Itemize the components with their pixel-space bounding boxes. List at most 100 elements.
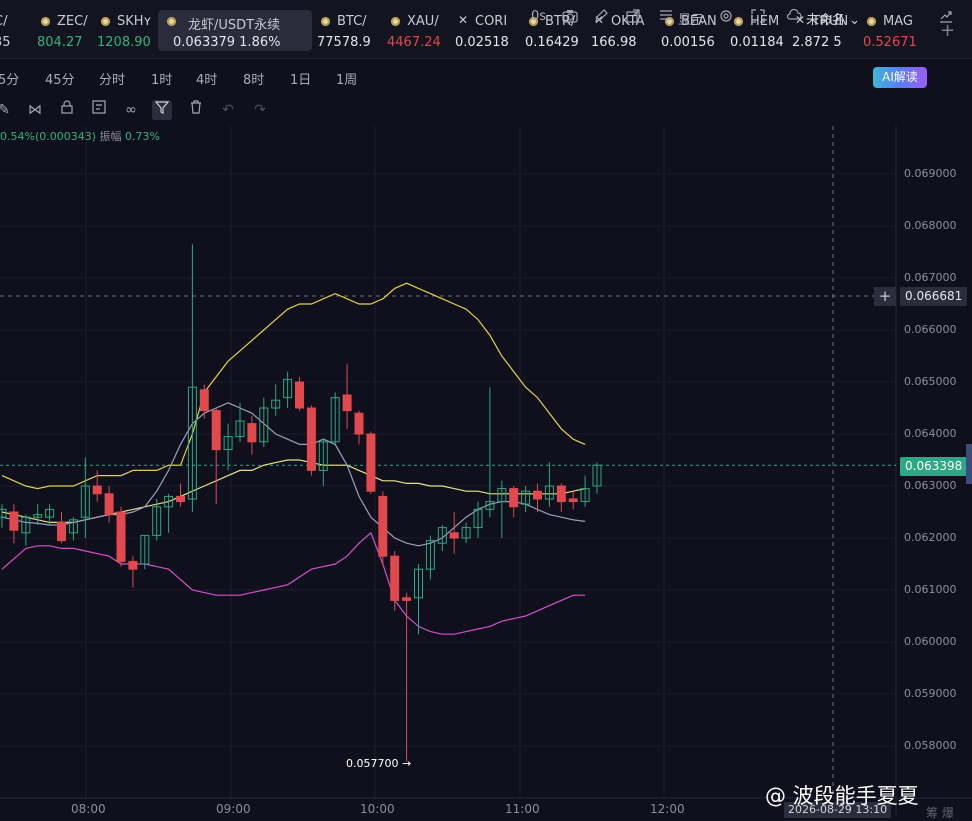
- candle-body: [509, 488, 519, 508]
- ticker-price: 2.872 5: [792, 35, 842, 50]
- favorite-dot-icon: [867, 17, 876, 26]
- ticker-price: 0.01184: [730, 35, 784, 50]
- candle-body: [0, 508, 7, 518]
- ticker-price: 0.00156: [661, 35, 715, 50]
- external-window-icon[interactable]: [626, 9, 640, 27]
- candle-body: [402, 597, 412, 601]
- ticker-price: 0.02518: [455, 35, 509, 50]
- settings-icon[interactable]: [719, 9, 733, 27]
- price-axis-label: 0.063000: [904, 479, 957, 492]
- candle-body: [104, 493, 114, 516]
- favorite-dot-icon: [167, 17, 176, 26]
- drawing-toolbar: [0, 95, 972, 125]
- watermark-sub: 筹 爆: [926, 806, 954, 820]
- candle-body: [128, 560, 138, 570]
- redo-icon[interactable]: ↷: [250, 100, 270, 120]
- ticker-price: 0.063379 1.86%: [173, 35, 281, 50]
- candle-body: [295, 381, 304, 409]
- ticker-symbol: MAG: [883, 14, 913, 29]
- last-price-tag: 0.063398: [900, 457, 968, 476]
- magnet-icon[interactable]: ⋈: [25, 100, 45, 120]
- chart-canvas[interactable]: [0, 126, 972, 816]
- cloud-icon[interactable]: [786, 8, 802, 25]
- template-icon[interactable]: [89, 100, 109, 120]
- price-axis-label: 0.059000: [904, 687, 957, 700]
- candle-body: [390, 555, 400, 601]
- list-icon[interactable]: [659, 9, 673, 25]
- price-axis-label: 0.067000: [904, 271, 957, 284]
- timeframe-option[interactable]: 5分: [0, 69, 19, 88]
- time-axis-label: 10:00: [360, 802, 395, 816]
- favorite-dot-icon: [321, 17, 330, 26]
- candle-body: [92, 485, 102, 495]
- indicator-line: [1, 282, 586, 490]
- pencil-icon[interactable]: [594, 9, 608, 27]
- ticker-symbol: ZEC/: [57, 14, 88, 29]
- layout-name-dropdown[interactable]: 未命名 ⌄: [806, 9, 860, 28]
- candle-body: [342, 394, 352, 412]
- countdown-label: 0s: [531, 9, 547, 24]
- low-price-label: 0.057700 →: [346, 757, 412, 770]
- ticker-symbol: BTC/: [337, 14, 367, 29]
- candle-body: [211, 410, 221, 451]
- candle-body: [354, 412, 364, 435]
- price-axis-label: 0.061000: [904, 583, 957, 596]
- ticker-symbol: SKHʏ: [117, 14, 152, 29]
- candle-body: [176, 495, 185, 503]
- fullscreen-icon[interactable]: [751, 9, 765, 27]
- ticker-symbol: 龙虾/USDT永续: [188, 18, 281, 33]
- chart-toolbar: [0, 60, 972, 94]
- timeframe-option[interactable]: 分时: [99, 69, 125, 88]
- candle-body: [556, 485, 566, 503]
- price-axis-label: 0.068000: [904, 219, 957, 232]
- camera-icon[interactable]: [562, 9, 578, 27]
- price-axis-label: 0.060000: [904, 635, 957, 648]
- favorite-dot-icon: [391, 17, 400, 26]
- candle-body: [378, 495, 388, 557]
- ticker-symbol: XAU/: [407, 14, 439, 29]
- price-axis-label: 0.066000: [904, 323, 957, 336]
- ticker-symbol: C/: [0, 14, 8, 29]
- display-menu[interactable]: 显示: [678, 9, 704, 28]
- timeframe-option[interactable]: 1周: [336, 69, 357, 88]
- timeframe-option[interactable]: 45分: [45, 69, 75, 88]
- cross-icon: ✕: [458, 13, 469, 27]
- price-axis-label: 0.062000: [904, 531, 957, 544]
- link-icon[interactable]: ∞: [121, 100, 141, 120]
- ticker-symbol: CORI: [475, 14, 508, 29]
- ticker-price: 35: [0, 35, 11, 50]
- time-axis-label: 09:00: [216, 802, 251, 816]
- candle-body: [116, 511, 126, 562]
- price-axis-label: 0.069000: [904, 167, 957, 180]
- candle-body: [366, 433, 376, 492]
- drawing-pen-icon[interactable]: ✎: [0, 100, 14, 120]
- add-alert-crosshair-icon[interactable]: +: [874, 287, 896, 306]
- candle-body: [306, 407, 316, 471]
- ai-analysis-button[interactable]: AI解读: [873, 67, 927, 88]
- ticker-price: 804.27: [37, 35, 83, 50]
- indicator-line: [1, 531, 586, 635]
- favorite-dot-icon: [101, 17, 110, 26]
- timeframe-option[interactable]: 4时: [196, 69, 217, 88]
- timeframe-option[interactable]: 1时: [151, 69, 172, 88]
- lock-icon[interactable]: [57, 100, 77, 120]
- time-axis-label: 12:00: [650, 802, 685, 816]
- trash-icon[interactable]: [186, 100, 206, 120]
- timeframe-option[interactable]: 8时: [243, 69, 264, 88]
- candle-body: [533, 490, 542, 500]
- amplitude-label: 振幅: [99, 130, 122, 143]
- ticker-price: 166.98: [591, 35, 637, 50]
- ticker-price: 0.52671: [863, 35, 917, 50]
- change-value: 0.54%(0.000343): [0, 130, 97, 143]
- right-edge-handle[interactable]: [966, 444, 972, 484]
- crosshair-price-tag: 0.066681: [900, 287, 968, 306]
- trend-icon[interactable]: [939, 9, 953, 27]
- filter-icon[interactable]: [152, 100, 172, 120]
- ticker-price: 77578.9: [317, 35, 371, 50]
- indicator-info: 0.54%(0.000343) 振幅 0.73%: [0, 128, 160, 144]
- layout-name-label: 未命名: [806, 13, 846, 28]
- timeframe-option[interactable]: 1日: [290, 69, 311, 88]
- undo-icon[interactable]: ↶: [218, 100, 238, 120]
- candlestick-chart[interactable]: [0, 126, 972, 820]
- candle-body: [9, 511, 19, 531]
